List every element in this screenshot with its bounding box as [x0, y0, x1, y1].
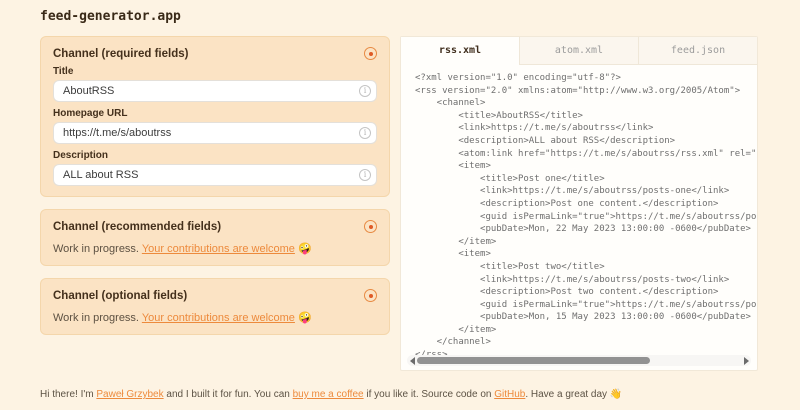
- description-field-label: Description: [53, 150, 377, 161]
- footer-text: and I built it for fun. You can: [164, 389, 293, 400]
- section-anchor-icon[interactable]: [364, 289, 377, 302]
- output-card: rss.xml atom.xml feed.json <?xml version…: [400, 36, 758, 371]
- footer-text: Hi there! I'm: [40, 389, 96, 400]
- form-column: Channel (required fields) Title Homepage…: [40, 36, 390, 347]
- buy-coffee-link[interactable]: buy me a coffee: [293, 389, 364, 400]
- github-link[interactable]: GitHub: [494, 389, 525, 400]
- code-output-area: <?xml version="1.0" encoding="utf-8"?> <…: [401, 65, 757, 371]
- title-field-group: Title: [53, 66, 377, 102]
- panel-required-fields: Channel (required fields) Title Homepage…: [40, 36, 390, 197]
- footer-text: . Have a great day: [525, 389, 610, 400]
- panel-optional-title: Channel (optional fields): [53, 290, 187, 302]
- section-anchor-icon[interactable]: [364, 220, 377, 233]
- homepage-url-field-label: Homepage URL: [53, 108, 377, 119]
- panel-required-title: Channel (required fields): [53, 48, 188, 60]
- title-input[interactable]: [53, 80, 377, 102]
- scroll-right-arrow-icon[interactable]: [741, 355, 751, 366]
- author-link[interactable]: Paweł Grzybek: [96, 389, 163, 400]
- section-anchor-icon[interactable]: [364, 47, 377, 60]
- footer: Hi there! I'm Paweł Grzybek and I built …: [40, 389, 622, 400]
- scrollbar-thumb[interactable]: [417, 357, 650, 364]
- zany-face-emoji: 🤪: [298, 243, 312, 255]
- wave-emoji: 👋: [610, 389, 622, 400]
- wip-text: Work in progress.: [53, 312, 139, 324]
- info-icon[interactable]: [359, 85, 371, 97]
- footer-text: if you like it. Source code on: [364, 389, 495, 400]
- contributions-link[interactable]: Your contributions are welcome: [142, 243, 295, 255]
- panel-optional-fields: Channel (optional fields) Work in progre…: [40, 278, 390, 335]
- scrollbar-track[interactable]: [417, 357, 741, 364]
- info-icon[interactable]: [359, 127, 371, 139]
- zany-face-emoji: 🤪: [298, 312, 312, 324]
- panel-recommended-fields: Channel (recommended fields) Work in pro…: [40, 209, 390, 266]
- description-field-group: Description: [53, 150, 377, 186]
- title-field-label: Title: [53, 66, 377, 77]
- homepage-url-field-group: Homepage URL: [53, 108, 377, 144]
- page-title: feed-generator.app: [40, 9, 181, 24]
- description-input[interactable]: [53, 164, 377, 186]
- horizontal-scrollbar[interactable]: [407, 355, 751, 366]
- wip-text: Work in progress.: [53, 243, 139, 255]
- scroll-left-arrow-icon[interactable]: [407, 355, 417, 366]
- tab-feed-json[interactable]: feed.json: [638, 37, 757, 65]
- tab-rss-xml[interactable]: rss.xml: [401, 37, 519, 65]
- panel-recommended-title: Channel (recommended fields): [53, 221, 221, 233]
- info-icon[interactable]: [359, 169, 371, 181]
- homepage-url-input[interactable]: [53, 122, 377, 144]
- output-tab-bar: rss.xml atom.xml feed.json: [401, 37, 757, 65]
- rss-xml-code: <?xml version="1.0" encoding="utf-8"?> <…: [401, 65, 757, 362]
- tab-atom-xml[interactable]: atom.xml: [519, 37, 638, 65]
- contributions-link[interactable]: Your contributions are welcome: [142, 312, 295, 324]
